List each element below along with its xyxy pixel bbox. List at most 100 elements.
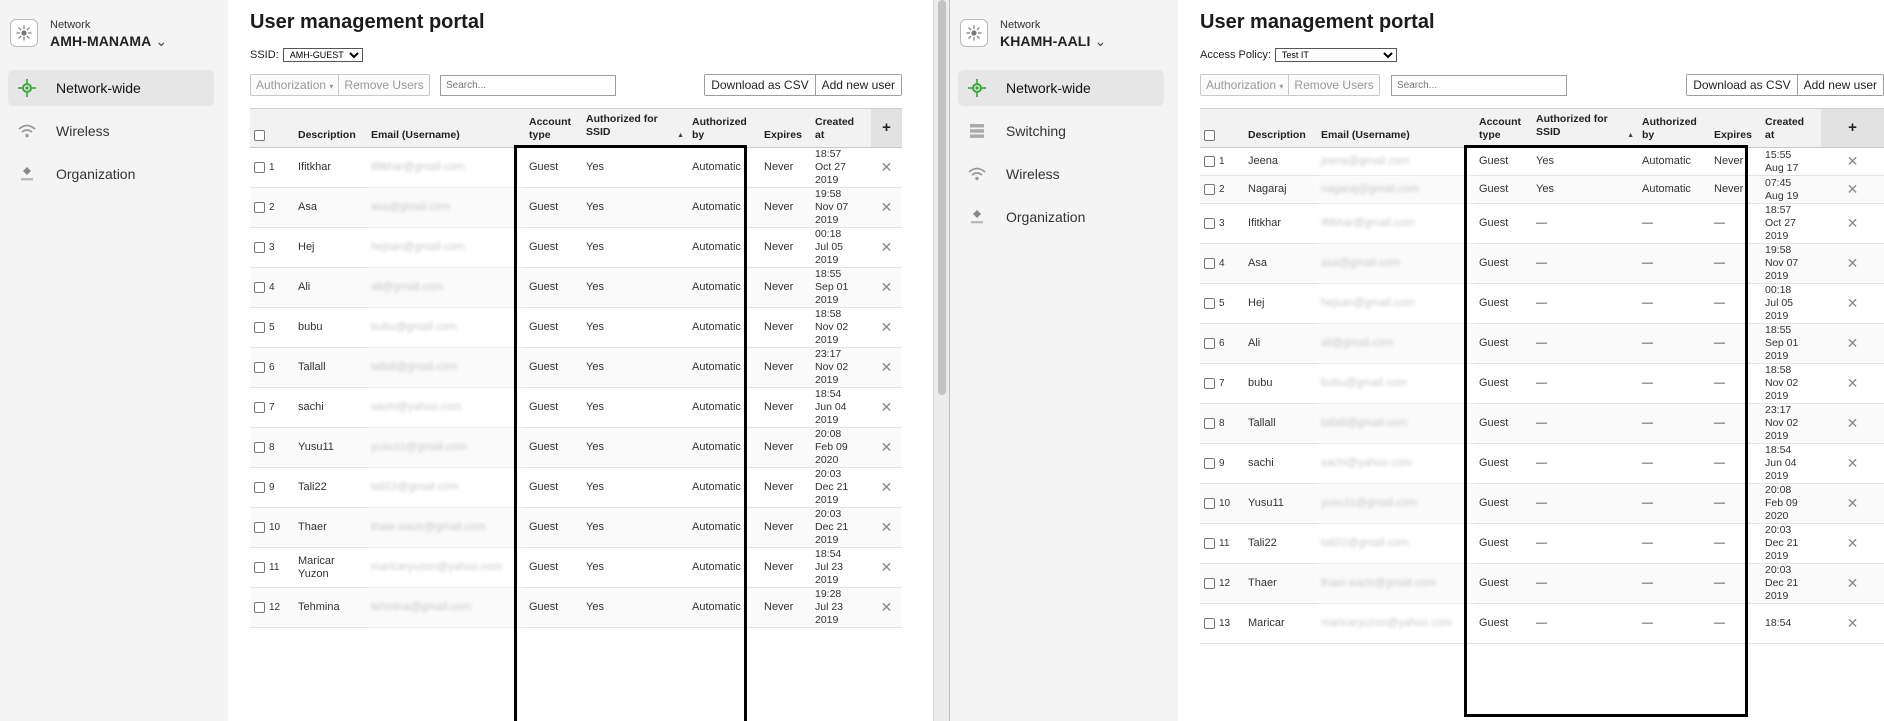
row-checkbox[interactable]	[254, 321, 265, 333]
nav-item-switching[interactable]: Switching	[958, 113, 1164, 149]
download-csv-button[interactable]: Download as CSV	[1687, 75, 1797, 95]
add-new-user-button[interactable]: Add new user	[814, 75, 901, 95]
table-row[interactable]: 11 Tali22 tali22@gmail.com Guest — — —20:03 Dec…	[1200, 523, 1884, 564]
delete-row-button[interactable]: ✕	[871, 547, 902, 588]
row-checkbox[interactable]	[254, 281, 265, 293]
network-selector[interactable]: Network AMH-MANAMA ⌄	[10, 18, 167, 50]
table-row[interactable]: 7 bubu bubu@gmail.com Guest — — —18:58 Nov 02 20…	[1200, 363, 1884, 404]
col-created[interactable]: Created at	[811, 108, 871, 148]
row-checkbox[interactable]	[254, 241, 265, 253]
col-authorized-for[interactable]: Authorized for SSID ▲	[1532, 108, 1638, 148]
table-row[interactable]: 6 Ali ali@gmail.com Guest — — —18:55 Sep 01 2019…	[1200, 323, 1884, 364]
add-column-button[interactable]: +	[871, 108, 902, 148]
row-checkbox[interactable]	[254, 561, 265, 573]
delete-row-button[interactable]: ✕	[871, 427, 902, 468]
delete-row-button[interactable]: ✕	[1821, 523, 1884, 564]
authorization-dropdown[interactable]: Authorization ▾	[1201, 75, 1289, 95]
col-authorized-by[interactable]: Authorized by	[1638, 108, 1710, 148]
remove-users-button[interactable]: Remove Users	[338, 75, 429, 95]
table-row[interactable]: 3 Hej hejsan@gmail.com Guest Yes Automatic Nev…	[250, 227, 902, 268]
delete-row-button[interactable]: ✕	[1821, 203, 1884, 244]
table-row[interactable]: 10 Yusu11 yusu11@gmail.com Guest — — —20:08 Feb…	[1200, 483, 1884, 524]
table-row[interactable]: 2 Asa asa@gmail.com Guest Yes Automatic Never 1…	[250, 187, 902, 228]
table-row[interactable]: 5 bubu bubu@gmail.com Guest Yes Automatic Neve…	[250, 307, 902, 348]
table-row[interactable]: 1 Ifitkhar ifitkhar@gmail.com Guest Yes Autom…	[250, 147, 902, 188]
nav-item-network-wide[interactable]: Network-wide	[8, 70, 214, 106]
table-row[interactable]: 11 Maricar Yuzon maricaryuzon@yahoo.com Gue…	[250, 547, 902, 588]
delete-row-button[interactable]: ✕	[1821, 603, 1884, 644]
table-row[interactable]: 7 sachi sachi@yahoo.com Guest Yes Automatic Ne…	[250, 387, 902, 428]
nav-item-wireless[interactable]: Wireless	[958, 156, 1164, 192]
nav-item-organization[interactable]: Organization	[958, 199, 1164, 235]
network-name[interactable]: KHAMH-AALI ⌄	[1000, 32, 1106, 50]
col-description[interactable]: Description	[294, 108, 367, 148]
search-input[interactable]	[440, 75, 616, 96]
row-checkbox[interactable]	[1204, 183, 1215, 195]
row-checkbox[interactable]	[1204, 377, 1215, 389]
delete-row-button[interactable]: ✕	[1821, 147, 1884, 176]
col-expires[interactable]: Expires	[760, 108, 811, 148]
table-row[interactable]: 10 Thaer thaer.wazir@gmail.com Guest Yes Auto…	[250, 507, 902, 548]
row-checkbox[interactable]	[1204, 297, 1215, 309]
row-checkbox[interactable]	[1204, 217, 1215, 229]
delete-row-button[interactable]: ✕	[871, 587, 902, 628]
col-expires[interactable]: Expires	[1710, 108, 1761, 148]
col-account-type[interactable]: Account type	[525, 108, 582, 148]
table-row[interactable]: 9 Tali22 tali22@gmail.com Guest Yes Automatic…	[250, 467, 902, 508]
access-policy-select[interactable]: Test IT	[1274, 48, 1397, 62]
table-row[interactable]: 8 Tallall tallall@gmail.com Guest — — —23:17 No…	[1200, 403, 1884, 444]
ssid-select[interactable]: AMH-GUEST	[282, 48, 363, 62]
table-row[interactable]: 4 Ali ali@gmail.com Guest Yes Automatic Never 1…	[250, 267, 902, 308]
delete-row-button[interactable]: ✕	[1821, 363, 1884, 404]
row-checkbox[interactable]	[254, 161, 265, 173]
select-all-checkbox[interactable]	[1204, 129, 1215, 141]
delete-row-button[interactable]: ✕	[871, 507, 902, 548]
row-checkbox[interactable]	[1204, 577, 1215, 589]
authorization-dropdown[interactable]: Authorization ▾	[251, 75, 339, 95]
delete-row-button[interactable]: ✕	[871, 347, 902, 388]
network-selector[interactable]: Network KHAMH-AALI ⌄	[960, 18, 1106, 50]
row-checkbox[interactable]	[254, 601, 265, 613]
row-checkbox[interactable]	[1204, 457, 1215, 469]
delete-row-button[interactable]: ✕	[1821, 175, 1884, 204]
table-row[interactable]: 12 Tehmina tehmina@gmail.com Guest Yes Automa…	[250, 587, 902, 628]
table-row[interactable]: 3 Ifitkhar ifitkhar@gmail.com Guest — — —18:57…	[1200, 203, 1884, 244]
col-authorized-for[interactable]: Authorized for SSID ▲	[582, 108, 688, 148]
table-row[interactable]: 4 Asa asa@gmail.com Guest — — —19:58 Nov 07 2019…	[1200, 243, 1884, 284]
row-checkbox[interactable]	[1204, 537, 1215, 549]
delete-row-button[interactable]: ✕	[871, 227, 902, 268]
delete-row-button[interactable]: ✕	[871, 267, 902, 308]
table-row[interactable]: 8 Yusu11 yusu11@gmail.com Guest Yes Automatic…	[250, 427, 902, 468]
table-row[interactable]: 2 Nagaraj nagaraj@gmail.com Guest Yes Automat…	[1200, 175, 1884, 204]
select-all-checkbox[interactable]	[254, 129, 265, 141]
table-row[interactable]: 13 Maricar maricaryuzon@yahoo.com Guest — — —1…	[1200, 603, 1884, 644]
row-checkbox[interactable]	[1204, 617, 1215, 629]
delete-row-button[interactable]: ✕	[1821, 403, 1884, 444]
delete-row-button[interactable]: ✕	[1821, 283, 1884, 324]
add-column-button[interactable]: +	[1821, 108, 1884, 148]
remove-users-button[interactable]: Remove Users	[1288, 75, 1379, 95]
nav-item-network-wide[interactable]: Network-wide	[958, 70, 1164, 106]
search-input[interactable]	[1391, 75, 1567, 96]
delete-row-button[interactable]: ✕	[871, 307, 902, 348]
delete-row-button[interactable]: ✕	[1821, 443, 1884, 484]
delete-row-button[interactable]: ✕	[1821, 243, 1884, 284]
window-scrollbar[interactable]	[933, 0, 950, 721]
nav-item-organization[interactable]: Organization	[8, 156, 214, 192]
delete-row-button[interactable]: ✕	[871, 467, 902, 508]
network-name[interactable]: AMH-MANAMA ⌄	[50, 32, 167, 50]
scrollbar-thumb[interactable]	[938, 0, 946, 395]
table-row[interactable]: 9 sachi sachi@yahoo.com Guest — — —18:54 Jun 04…	[1200, 443, 1884, 484]
col-authorized-by[interactable]: Authorized by	[688, 108, 760, 148]
delete-row-button[interactable]: ✕	[871, 187, 902, 228]
col-created[interactable]: Created at	[1761, 108, 1821, 148]
download-csv-button[interactable]: Download as CSV	[705, 75, 815, 95]
row-checkbox[interactable]	[1204, 257, 1215, 269]
col-email[interactable]: Email (Username)	[1317, 108, 1475, 148]
col-account-type[interactable]: Account type	[1475, 108, 1532, 148]
row-checkbox[interactable]	[254, 201, 265, 213]
table-row[interactable]: 6 Tallall tallall@gmail.com Guest Yes Automat…	[250, 347, 902, 388]
row-checkbox[interactable]	[254, 521, 265, 533]
delete-row-button[interactable]: ✕	[1821, 483, 1884, 524]
nav-item-wireless[interactable]: Wireless	[8, 113, 214, 149]
